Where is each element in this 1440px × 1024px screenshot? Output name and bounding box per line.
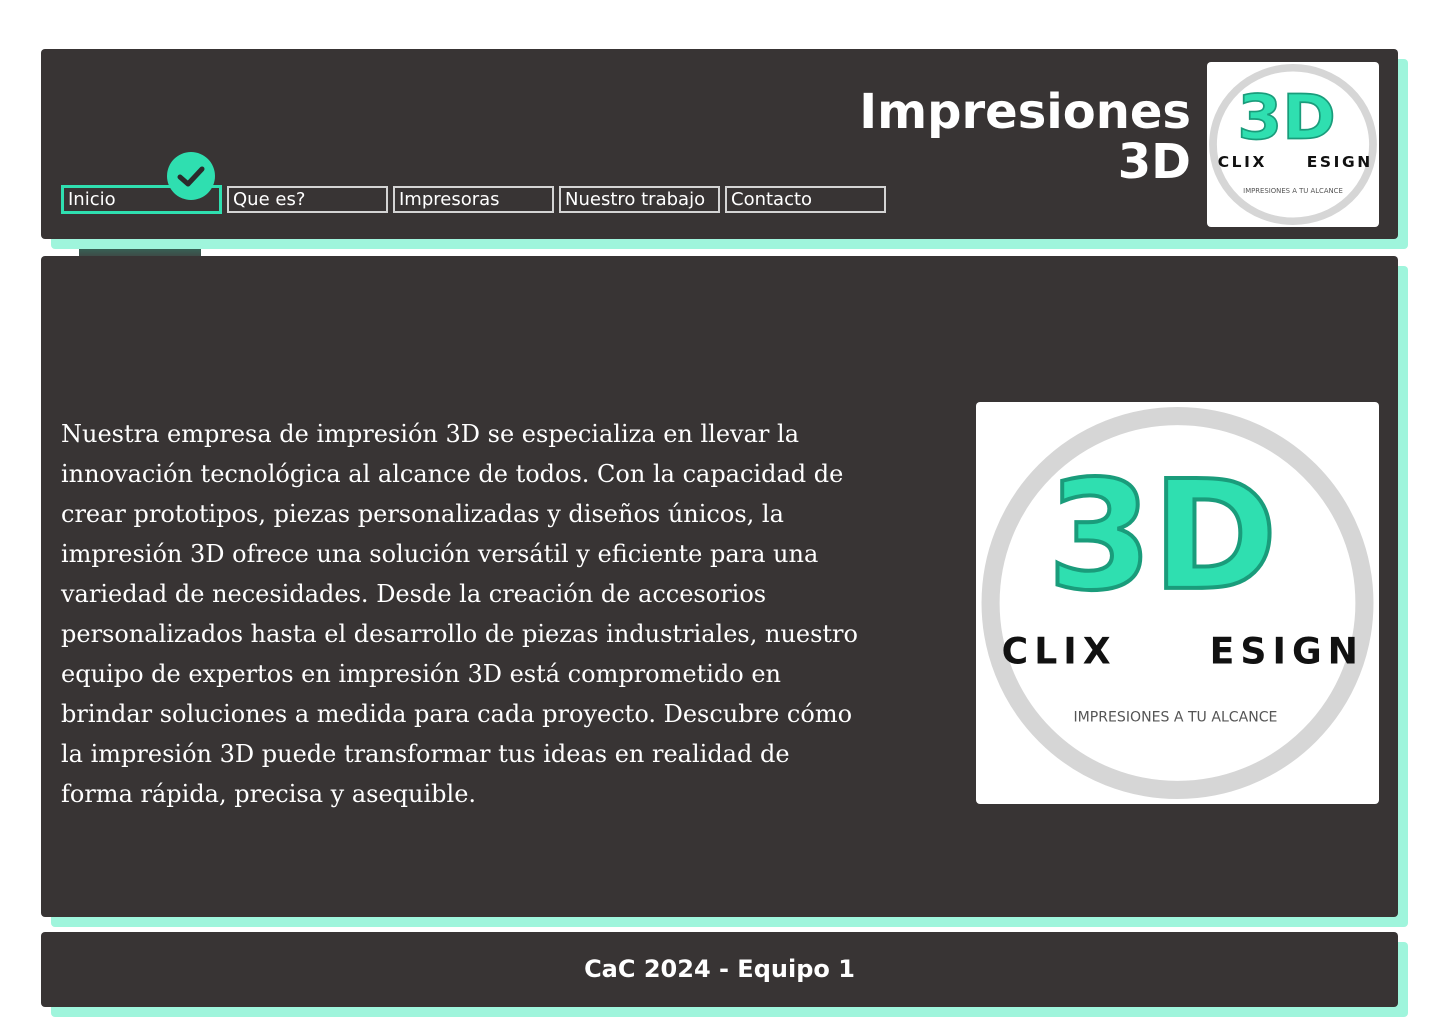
nav-item-impresoras[interactable]: Impresoras [393,186,554,213]
nav-item-contacto[interactable]: Contacto [725,186,886,213]
logo-word-left: CLIX [1002,629,1117,672]
logo-word-right: ESIGN [1307,153,1373,171]
site-footer: CaC 2024 - Equipo 1 [41,932,1398,1007]
checkmark-icon [167,152,215,200]
footer-credit: CaC 2024 - Equipo 1 [584,955,855,983]
nav-item-que-es[interactable]: Que es? [227,186,388,213]
active-tab-indicator [79,239,201,256]
nav-item-nuestro-trabajo[interactable]: Nuestro trabajo [559,186,720,213]
logo-word-left: CLIX [1218,153,1267,171]
main-logo-image: 3D CLIX ESIGN Impresiones a tu alcance [976,402,1379,804]
logo-tagline: Impresiones a tu alcance [1243,187,1343,195]
site-title: Impresiones 3D [859,87,1191,187]
site-header: Inicio Que es? Impresoras Nuestro trabaj… [41,49,1398,239]
intro-paragraph: Nuestra empresa de impresión 3D se espec… [61,420,858,808]
logo-mark: 3D [1237,81,1335,153]
main-content: Nuestra empresa de impresión 3D se espec… [41,256,1398,917]
site-title-line2: 3D [1117,134,1191,190]
logo-mark: 3D [1047,448,1277,624]
logo-tagline: Impresiones a tu alcance [1074,710,1278,726]
logo-word-right: ESIGN [1210,629,1364,672]
header-logo[interactable]: 3D CLIX ESIGN Impresiones a tu alcance [1207,62,1379,227]
site-title-line1: Impresiones [859,84,1191,140]
